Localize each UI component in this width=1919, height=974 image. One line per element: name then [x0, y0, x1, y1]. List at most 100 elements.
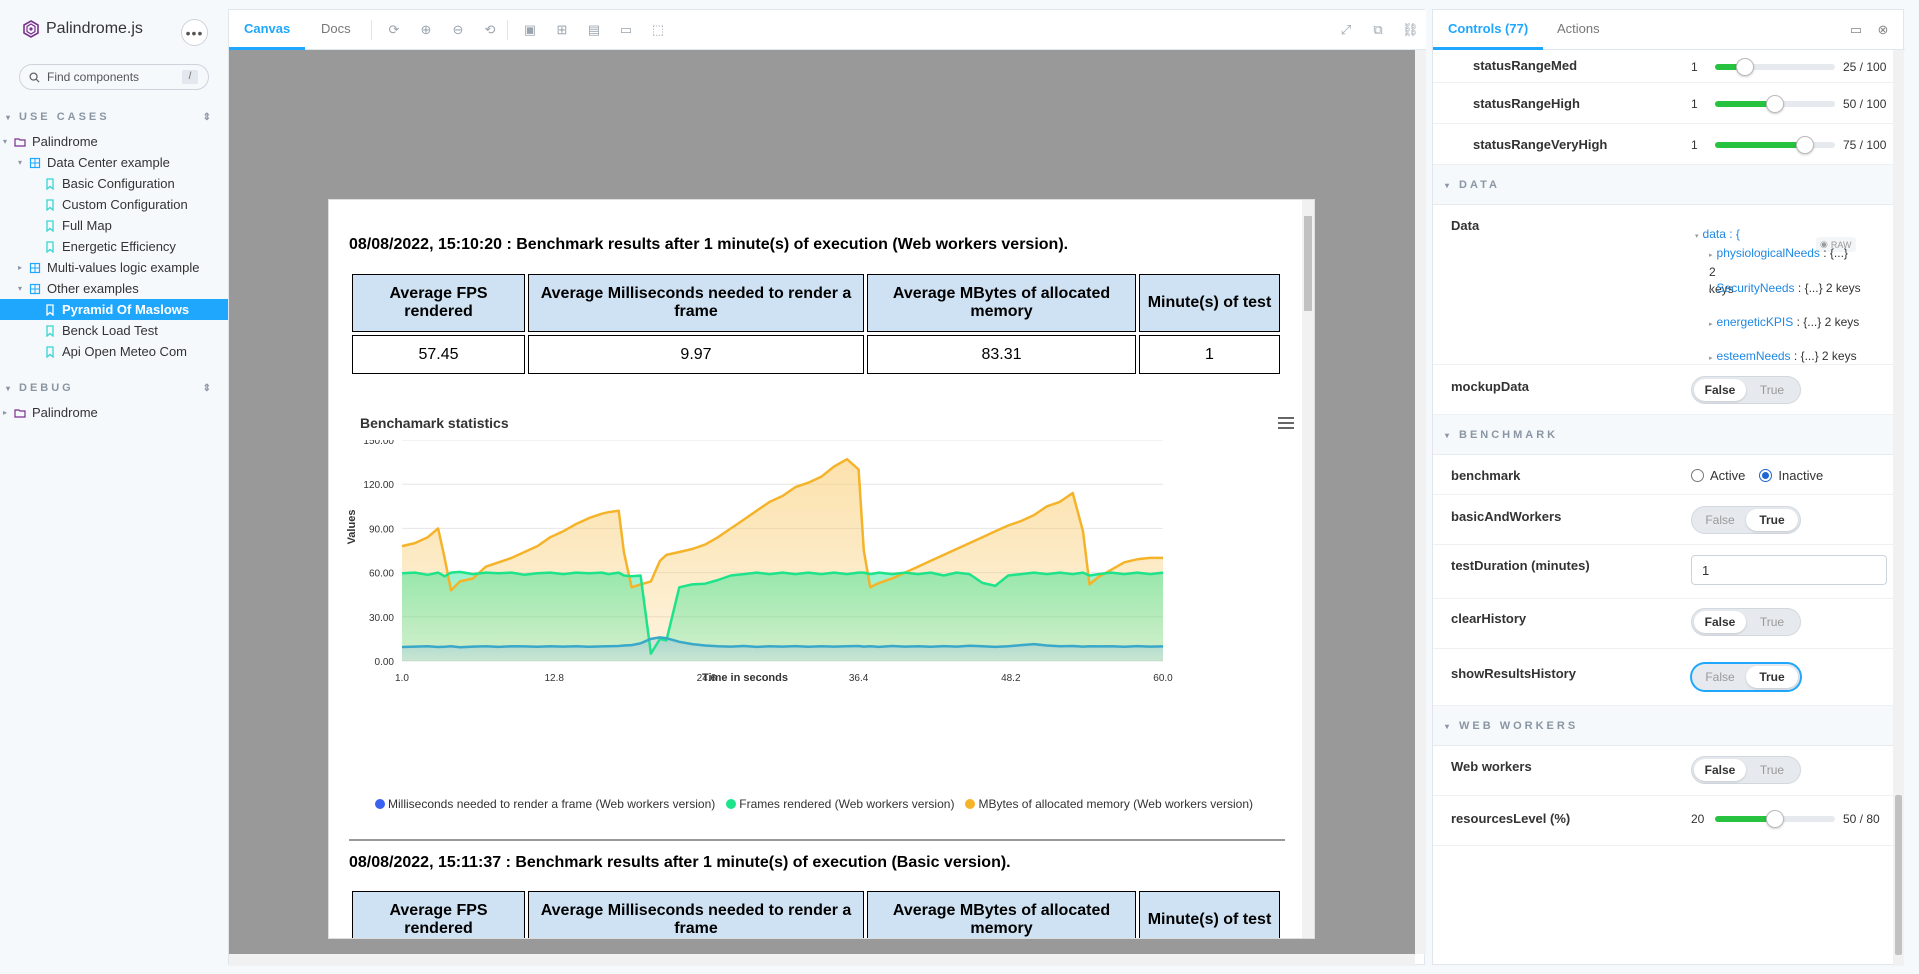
tree-item-multi-values-logic-example[interactable]: ▸ Multi-values logic example: [0, 257, 228, 278]
section-web-workers[interactable]: ▾ WEB WORKERS: [1433, 706, 1893, 746]
range-slider[interactable]: 1 25 / 100: [1691, 58, 1886, 76]
show-results-history-toggle[interactable]: False True: [1691, 663, 1801, 691]
radio-active[interactable]: Active: [1691, 468, 1745, 483]
toggle-true[interactable]: True: [1746, 509, 1798, 531]
legend-item[interactable]: MBytes of allocated memory (Web workers …: [965, 797, 1253, 811]
tab-controls[interactable]: Controls (77): [1433, 10, 1544, 50]
toggle-false[interactable]: False: [1694, 509, 1746, 531]
toggle-true[interactable]: True: [1746, 611, 1798, 633]
measure-icon[interactable]: ▭: [618, 22, 634, 38]
test-duration-input[interactable]: [1691, 555, 1887, 585]
close-icon[interactable]: ⊗: [1875, 22, 1891, 38]
toggle-false[interactable]: False: [1694, 379, 1746, 401]
y-tick-label: 90.00: [369, 524, 394, 535]
slider-handle[interactable]: [1736, 58, 1754, 76]
tree-item-api-open-meteo-com[interactable]: Api Open Meteo Com: [0, 341, 228, 362]
tree-label: Full Map: [62, 218, 112, 233]
zoom-out-icon[interactable]: ⊖: [450, 22, 466, 38]
reload-icon[interactable]: ⟳: [386, 22, 402, 38]
chevron-down-icon: ▾: [1445, 722, 1450, 731]
toggle-false[interactable]: False: [1694, 759, 1746, 781]
slider-handle[interactable]: [1766, 95, 1784, 113]
brand[interactable]: Palindrome.js: [22, 20, 143, 38]
radio-circle-selected[interactable]: [1759, 469, 1773, 482]
tree-item-pyramid-of-maslows[interactable]: Pyramid Of Maslows: [0, 299, 228, 320]
toggle-true[interactable]: True: [1746, 759, 1798, 781]
tree-label: Basic Configuration: [62, 176, 175, 191]
scrollbar-thumb[interactable]: [1304, 216, 1312, 311]
legend-item[interactable]: Milliseconds needed to render a frame (W…: [375, 797, 715, 811]
range-slider[interactable]: 1 75 / 100: [1691, 136, 1886, 154]
toggle-true[interactable]: True: [1746, 379, 1798, 401]
json-entry[interactable]: ▸ SecurityNeeds : {...} 2 keys: [1709, 280, 1861, 299]
chevron-down-icon: ▾: [17, 158, 22, 167]
copy-link-icon[interactable]: ⛓: [1402, 22, 1419, 38]
mockup-data-toggle[interactable]: False True: [1691, 376, 1801, 404]
expand-collapse-icon[interactable]: ⇕: [203, 383, 214, 394]
tree-item-basic-configuration[interactable]: Basic Configuration: [0, 173, 228, 194]
control-row-test-duration: testDuration (minutes): [1433, 545, 1893, 599]
json-root[interactable]: ▾ data : {: [1695, 226, 1740, 245]
open-new-tab-icon[interactable]: ⧉: [1370, 22, 1386, 38]
toggle-false[interactable]: False: [1694, 666, 1746, 688]
radio-inactive[interactable]: Inactive: [1759, 468, 1823, 483]
tree-item-benck-load-test[interactable]: Benck Load Test: [0, 320, 228, 341]
section-debug[interactable]: ▾ DEBUG ⇕: [6, 382, 214, 394]
x-tick-label: 12.8: [544, 673, 564, 684]
zoom-in-icon[interactable]: ⊕: [418, 22, 434, 38]
control-label: statusRangeHigh: [1473, 96, 1580, 111]
clear-history-toggle[interactable]: False True: [1691, 608, 1801, 636]
background-icon[interactable]: ▣: [522, 22, 538, 38]
tree-item-palindrome-debug[interactable]: ▸ Palindrome: [0, 402, 228, 423]
slider-track[interactable]: [1715, 58, 1835, 76]
chart-menu-icon[interactable]: [1278, 417, 1294, 429]
controls-scrollbar[interactable]: [1893, 50, 1904, 966]
y-tick-label: 0.00: [375, 657, 395, 668]
slider-track[interactable]: [1715, 95, 1835, 113]
control-label: basicAndWorkers: [1451, 509, 1562, 524]
json-entry[interactable]: ▸ energeticKPIS : {...} 2 keys: [1709, 314, 1859, 333]
range-slider[interactable]: 1 50 / 100: [1691, 95, 1886, 113]
tree-item-palindrome[interactable]: ▾ Palindrome: [0, 131, 228, 152]
legend-item[interactable]: Frames rendered (Web workers version): [726, 797, 954, 811]
search-input[interactable]: [47, 70, 177, 84]
slider-handle[interactable]: [1766, 810, 1784, 828]
tree-item-data-center-example[interactable]: ▾ Data Center example: [0, 152, 228, 173]
search-box[interactable]: /: [19, 64, 209, 90]
range-slider[interactable]: 20 50 / 80: [1691, 810, 1880, 828]
tree-item-energetic-efficiency[interactable]: Energetic Efficiency: [0, 236, 228, 257]
tree-item-other-examples[interactable]: ▾ Other examples: [0, 278, 228, 299]
outline-icon[interactable]: ⬚: [650, 22, 666, 38]
tab-canvas[interactable]: Canvas: [229, 10, 306, 50]
slider-track[interactable]: [1715, 136, 1835, 154]
frame-scrollbar[interactable]: [1302, 200, 1314, 938]
grid-icon[interactable]: ⊞: [554, 22, 570, 38]
scrollbar-thumb[interactable]: [1895, 795, 1902, 955]
radio-circle[interactable]: [1691, 469, 1704, 482]
slider-handle[interactable]: [1796, 136, 1814, 154]
basic-and-workers-toggle[interactable]: False True: [1691, 506, 1801, 534]
tree-item-custom-configuration[interactable]: Custom Configuration: [0, 194, 228, 215]
tab-docs[interactable]: Docs: [306, 10, 366, 50]
web-workers-toggle[interactable]: False True: [1691, 756, 1801, 784]
canvas-vertical-scrollbar[interactable]: [1415, 50, 1426, 954]
zoom-reset-icon[interactable]: ⟲: [482, 22, 498, 38]
expand-collapse-icon[interactable]: ⇕: [203, 112, 214, 123]
viewport-icon[interactable]: ▤: [586, 22, 602, 38]
tree-item-full-map[interactable]: Full Map: [0, 215, 228, 236]
chevron-down-icon: ▾: [2, 137, 7, 146]
section-benchmark[interactable]: ▾ BENCHMARK: [1433, 415, 1893, 455]
canvas-horizontal-scrollbar[interactable]: [229, 954, 1415, 966]
chevron-right-icon: ▸: [17, 263, 22, 272]
more-options-button[interactable]: •••: [181, 19, 208, 46]
panel-position-icon[interactable]: ▭: [1848, 22, 1864, 38]
range-min: 1: [1691, 138, 1698, 152]
section-data[interactable]: ▾ DATA: [1433, 165, 1893, 205]
tab-actions[interactable]: Actions: [1542, 10, 1615, 50]
slider-track[interactable]: [1715, 810, 1835, 828]
toggle-true[interactable]: True: [1746, 666, 1798, 688]
fullscreen-icon[interactable]: ⤢: [1338, 22, 1354, 38]
section-use-cases[interactable]: ▾ USE CASES ⇕: [6, 111, 214, 123]
toggle-false[interactable]: False: [1694, 611, 1746, 633]
table-cell: 83.31: [867, 335, 1136, 374]
